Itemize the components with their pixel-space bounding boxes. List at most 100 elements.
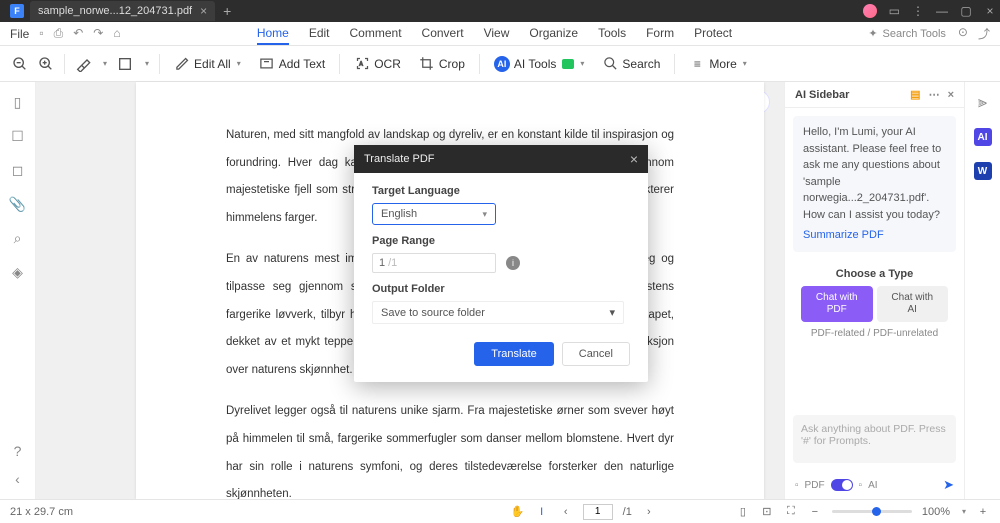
- footer-pdf-label: PDF: [805, 480, 825, 491]
- zoom-in-icon[interactable]: [38, 56, 54, 72]
- page-dimensions: 21 x 29.7 cm: [10, 506, 73, 518]
- target-language-select[interactable]: English ▾: [372, 203, 496, 225]
- edit-all-button[interactable]: Edit All ▾: [170, 54, 245, 74]
- thumbnails-icon[interactable]: ▯: [10, 94, 26, 110]
- more-dots-icon[interactable]: ⋯: [929, 88, 940, 101]
- cloud-icon[interactable]: ⊙: [958, 25, 968, 42]
- home-quick-icon[interactable]: ⌂: [113, 26, 120, 41]
- share-icon[interactable]: ⤴: [978, 25, 990, 42]
- chat-with-ai-button[interactable]: Chat withAI: [877, 286, 949, 322]
- collapse-rail-icon[interactable]: ‹: [10, 471, 26, 487]
- ai-icon: AI: [494, 56, 510, 72]
- kebab-menu-icon[interactable]: ⋮: [912, 4, 924, 18]
- cart-icon[interactable]: ▤: [910, 88, 920, 101]
- save-icon[interactable]: ▫: [39, 26, 43, 41]
- select-tool-icon[interactable]: I: [535, 505, 549, 519]
- ocr-button[interactable]: A OCR: [350, 54, 405, 74]
- window-minimize-button[interactable]: —: [936, 4, 948, 18]
- menu-convert[interactable]: Convert: [422, 23, 464, 45]
- shape-icon[interactable]: [117, 56, 133, 72]
- zoom-out-icon[interactable]: [12, 56, 28, 72]
- page-number-input[interactable]: [583, 504, 613, 520]
- menu-comment[interactable]: Comment: [350, 23, 402, 45]
- highlighter-icon[interactable]: [75, 56, 91, 72]
- print-icon[interactable]: ⎙: [54, 26, 64, 41]
- chat-with-pdf-button[interactable]: Chat withPDF: [801, 286, 873, 322]
- view-single-icon[interactable]: ▯: [736, 505, 750, 519]
- window-maximize-button[interactable]: ▢: [960, 4, 972, 18]
- page-total: /1: [623, 506, 632, 518]
- menu-organize[interactable]: Organize: [529, 23, 578, 45]
- search-tools[interactable]: ✦ Search Tools: [868, 27, 946, 40]
- page-range-total: /1: [388, 257, 397, 269]
- window-close-button[interactable]: ×: [984, 4, 996, 18]
- search-tools-label: Search Tools: [883, 28, 946, 40]
- output-folder-select[interactable]: Save to source folder ▾: [372, 301, 624, 324]
- left-rail: ▯ ☐ ◻ 📎 ⌕ ◈ ? ‹: [0, 82, 36, 499]
- zoom-dropdown[interactable]: ▾: [962, 507, 966, 516]
- view-fit-icon[interactable]: ⊡: [760, 505, 774, 519]
- paragraph-3: Dyrelivet legger også til naturens unike…: [226, 398, 674, 508]
- pdf-mode-icon: ▫: [795, 480, 799, 491]
- undo-icon[interactable]: ↶: [73, 26, 83, 41]
- info-icon[interactable]: i: [506, 256, 520, 270]
- page-range-input[interactable]: 1 /1: [372, 253, 496, 273]
- ai-mode-icon: ▫: [859, 480, 863, 491]
- add-text-button[interactable]: Add Text: [255, 54, 329, 74]
- comments-icon[interactable]: ◻: [10, 162, 26, 178]
- chevron-down-icon: ▾: [482, 209, 487, 220]
- translate-button[interactable]: Translate: [474, 342, 553, 366]
- hand-tool-icon[interactable]: ✋: [511, 505, 525, 519]
- crop-button[interactable]: Crop: [415, 54, 469, 74]
- next-page-icon[interactable]: ›: [642, 505, 656, 519]
- menu-view[interactable]: View: [484, 23, 510, 45]
- document-tab[interactable]: sample_norwe...12_204731.pdf ×: [30, 1, 215, 21]
- search-button[interactable]: Search: [598, 54, 664, 74]
- ai-prompt-placeholder: Ask anything about PDF. Press '#' for Pr…: [801, 423, 946, 447]
- prev-page-icon[interactable]: ‹: [559, 505, 573, 519]
- close-tab-icon[interactable]: ×: [200, 4, 207, 18]
- zoom-slider[interactable]: [832, 510, 912, 513]
- send-icon[interactable]: ➤: [943, 477, 954, 493]
- menu-tools[interactable]: Tools: [598, 23, 626, 45]
- ai-prompt-input[interactable]: Ask anything about PDF. Press '#' for Pr…: [793, 415, 956, 463]
- redo-icon[interactable]: ↷: [93, 26, 103, 41]
- ai-sidebar: AI Sidebar ▤ ⋯ × Hello, I'm Lumi, your A…: [784, 82, 964, 499]
- pencil-icon: [174, 56, 190, 72]
- attachments-icon[interactable]: 📎: [10, 196, 26, 212]
- summarize-pdf-link[interactable]: Summarize PDF: [803, 227, 884, 244]
- word-panel-icon[interactable]: W: [974, 162, 992, 180]
- highlighter-dropdown[interactable]: ▾: [103, 59, 107, 68]
- menu-form[interactable]: Form: [646, 23, 674, 45]
- rail-search-icon[interactable]: ⌕: [10, 230, 26, 246]
- bookmarks-icon[interactable]: ☐: [10, 128, 26, 144]
- settings-slider-icon[interactable]: ⫸: [978, 94, 987, 112]
- app-logo-icon: F: [10, 4, 24, 18]
- help-icon[interactable]: ?: [10, 443, 26, 459]
- edit-all-label: Edit All: [194, 57, 231, 71]
- menu-edit[interactable]: Edit: [309, 23, 330, 45]
- menu-protect[interactable]: Protect: [694, 23, 732, 45]
- target-language-label: Target Language: [372, 185, 630, 197]
- tab-title: sample_norwe...12_204731.pdf: [38, 5, 192, 17]
- menu-home[interactable]: Home: [257, 23, 289, 45]
- layers-icon[interactable]: ◈: [10, 264, 26, 280]
- shape-dropdown[interactable]: ▾: [145, 59, 149, 68]
- modal-close-icon[interactable]: ×: [630, 151, 638, 167]
- file-menu[interactable]: File: [10, 27, 29, 41]
- more-button[interactable]: ≡ More ▾: [685, 54, 750, 74]
- type-note: PDF-related / PDF-unrelated: [793, 328, 956, 339]
- zoom-out-status-icon[interactable]: −: [808, 505, 822, 519]
- pdf-ai-toggle[interactable]: [831, 479, 853, 491]
- cancel-button[interactable]: Cancel: [562, 342, 630, 366]
- close-sidebar-icon[interactable]: ×: [948, 89, 954, 101]
- fullscreen-icon[interactable]: ⛶: [784, 505, 798, 519]
- user-avatar-icon[interactable]: [863, 4, 877, 18]
- ai-tools-label: AI Tools: [514, 57, 556, 71]
- new-tab-button[interactable]: +: [223, 3, 231, 19]
- more-label: More: [709, 57, 736, 71]
- ai-panel-icon[interactable]: AI: [974, 128, 992, 146]
- ai-tools-button[interactable]: AI AI Tools ▾: [490, 54, 588, 74]
- panel-icon[interactable]: ▭: [889, 4, 900, 18]
- zoom-in-status-icon[interactable]: +: [976, 505, 990, 519]
